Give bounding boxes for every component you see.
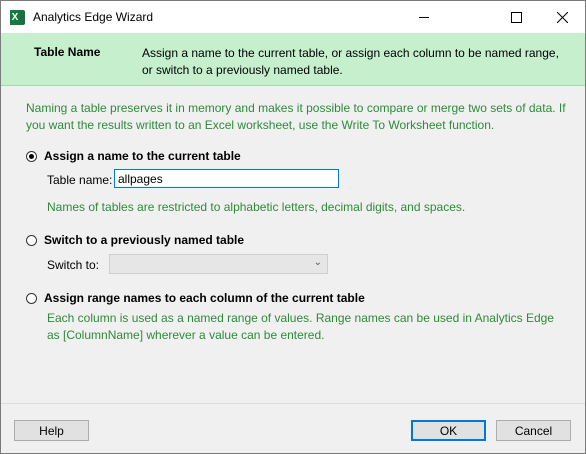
assign-name-radio[interactable] (26, 150, 37, 162)
ok-button[interactable]: OK (411, 420, 486, 441)
chevron-down-icon: ⌄ (313, 257, 322, 268)
range-names-label: Assign range names to each column of the… (44, 291, 365, 305)
switch-table-radio[interactable] (26, 234, 37, 246)
cancel-button[interactable]: Cancel (496, 420, 571, 441)
maximize-button[interactable] (493, 1, 539, 33)
assign-name-option[interactable]: Assign a name to the current table (26, 149, 241, 163)
close-button[interactable] (539, 1, 585, 33)
table-name-hint: Names of tables are restricted to alphab… (47, 200, 466, 214)
switch-table-label: Switch to a previously named table (44, 233, 245, 247)
minimize-button[interactable] (401, 1, 447, 33)
switch-to-label: Switch to: (47, 258, 100, 272)
range-names-hint: Each column is used as a named range of … (47, 311, 554, 342)
switch-to-dropdown[interactable]: ⌄ (109, 254, 328, 274)
footer-divider (1, 403, 585, 404)
minimize-icon (419, 16, 429, 18)
range-names-radio[interactable] (26, 292, 37, 304)
step-description: Assign a name to the current table, or a… (142, 46, 559, 77)
table-name-input[interactable] (114, 169, 339, 188)
switch-table-option[interactable]: Switch to a previously named table (26, 233, 244, 247)
close-icon (556, 11, 568, 23)
range-names-option[interactable]: Assign range names to each column of the… (26, 291, 365, 305)
help-button[interactable]: Help (14, 420, 89, 441)
window-title: Analytics Edge Wizard (33, 10, 154, 24)
step-header: Table Name Assign a name to the current … (1, 33, 585, 86)
maximize-icon (510, 11, 522, 23)
table-name-label: Table name: (47, 173, 113, 187)
assign-name-label: Assign a name to the current table (44, 149, 241, 163)
wizard-window: X Analytics Edge Wizard Table Name Assig… (0, 0, 586, 454)
title-bar[interactable]: X Analytics Edge Wizard (1, 1, 585, 33)
excel-icon: X (10, 10, 25, 25)
excel-icon-letter: X (10, 10, 20, 25)
step-title: Table Name (34, 45, 101, 59)
intro-text: Naming a table preserves it in memory an… (26, 101, 566, 132)
